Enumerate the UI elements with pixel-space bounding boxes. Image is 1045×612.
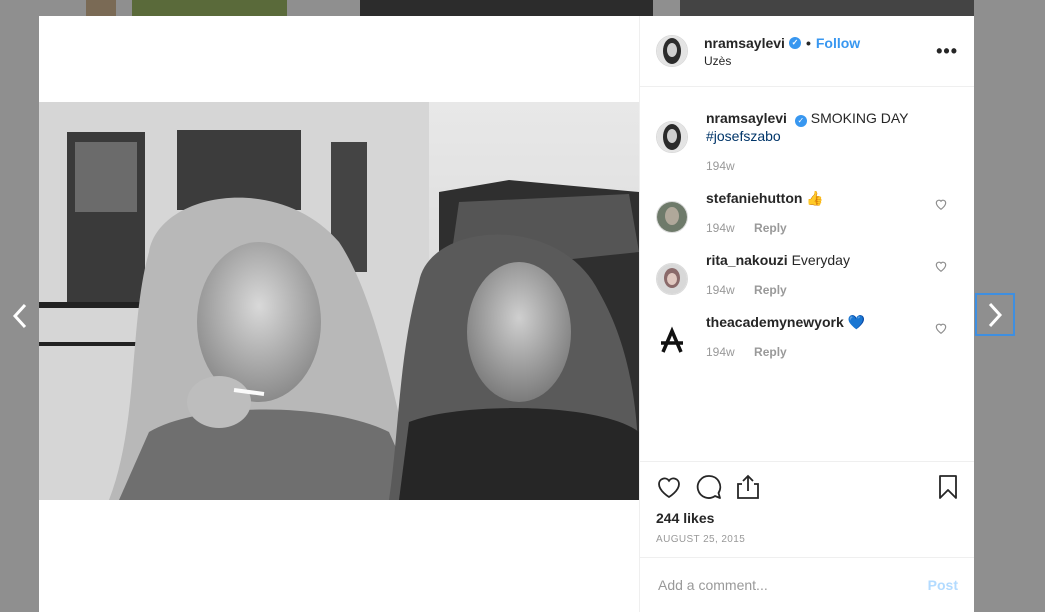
post-author-username[interactable]: nramsaylevi: [704, 35, 785, 51]
verified-badge-icon: ✓: [788, 36, 801, 49]
verified-badge-icon: ✓: [794, 115, 807, 127]
comment-button[interactable]: [696, 474, 722, 500]
heart-icon[interactable]: [934, 321, 948, 335]
background-thumbnail: [132, 0, 287, 16]
post-actions: 244 likes AUGUST 25, 2015: [640, 461, 974, 557]
list-item: theacademynewyork 💙 194w Reply: [656, 313, 958, 361]
avatar[interactable]: [656, 201, 688, 233]
avatar[interactable]: [656, 325, 688, 357]
comment-username[interactable]: rita_nakouzi: [706, 252, 788, 268]
comment-username[interactable]: nramsaylevi: [706, 110, 787, 126]
background-thumbnail: [86, 0, 116, 16]
post-header: nramsaylevi ✓ • Follow Uzès •••: [640, 16, 974, 87]
chevron-right-icon: [988, 302, 1003, 327]
likes-count[interactable]: 244 likes: [656, 510, 958, 526]
list-item: rita_nakouzi Everyday 194w Reply: [656, 251, 958, 299]
avatar[interactable]: [656, 263, 688, 295]
comment-username[interactable]: stefaniehutton: [706, 190, 802, 206]
comment-text: 💙: [847, 314, 866, 330]
media-pane: [39, 16, 640, 612]
follow-button[interactable]: Follow: [816, 35, 860, 51]
comment-text: SMOKING DAY: [810, 110, 909, 126]
heart-icon: [658, 477, 680, 499]
previous-post-button[interactable]: [0, 296, 40, 336]
reply-button[interactable]: Reply: [754, 221, 787, 235]
chevron-left-icon: [12, 303, 27, 329]
post-location[interactable]: Uzès: [704, 54, 936, 68]
reply-button[interactable]: Reply: [754, 345, 787, 359]
comment-text: Everyday: [791, 252, 850, 268]
background-thumbnail: [360, 0, 653, 16]
comments-list: nramsaylevi ✓ SMOKING DAY #josefszabo 19…: [640, 87, 974, 461]
more-options-icon[interactable]: •••: [936, 41, 958, 62]
comment-age[interactable]: 194w: [706, 345, 735, 359]
caption-comment: nramsaylevi ✓ SMOKING DAY #josefszabo 19…: [656, 109, 958, 175]
comment-age[interactable]: 194w: [706, 159, 735, 173]
academy-logo-icon: [656, 325, 688, 357]
comment-composer: Post: [640, 557, 974, 612]
comment-text: 👍: [806, 190, 824, 206]
photo-image: [39, 102, 639, 500]
comment-age[interactable]: 194w: [706, 283, 735, 297]
avatar[interactable]: [656, 35, 688, 67]
post-comment-button[interactable]: Post: [928, 577, 958, 593]
post-photo[interactable]: [39, 102, 639, 500]
comment-bubble-icon: [696, 475, 722, 499]
bookmark-icon: [939, 475, 957, 499]
comment-username[interactable]: theacademynewyork: [706, 314, 844, 330]
comment-age[interactable]: 194w: [706, 221, 735, 235]
post-modal: nramsaylevi ✓ • Follow Uzès ••• nramsayl…: [39, 16, 974, 612]
heart-icon[interactable]: [934, 197, 948, 211]
share-icon: [737, 474, 759, 499]
list-item: stefaniehutton 👍 194w Reply: [656, 189, 958, 237]
reply-button[interactable]: Reply: [754, 283, 787, 297]
like-button[interactable]: [656, 475, 682, 499]
avatar[interactable]: [656, 121, 688, 153]
hashtag-link[interactable]: #josefszabo: [706, 127, 958, 145]
save-button[interactable]: [938, 474, 958, 500]
post-sidebar: nramsaylevi ✓ • Follow Uzès ••• nramsayl…: [640, 16, 974, 612]
add-comment-input[interactable]: [656, 576, 928, 594]
background-thumbnail: [680, 0, 974, 16]
next-post-button[interactable]: [975, 293, 1015, 336]
share-button[interactable]: [736, 474, 760, 500]
post-date[interactable]: AUGUST 25, 2015: [656, 534, 958, 545]
heart-icon[interactable]: [934, 259, 948, 273]
separator-dot: •: [805, 34, 811, 51]
